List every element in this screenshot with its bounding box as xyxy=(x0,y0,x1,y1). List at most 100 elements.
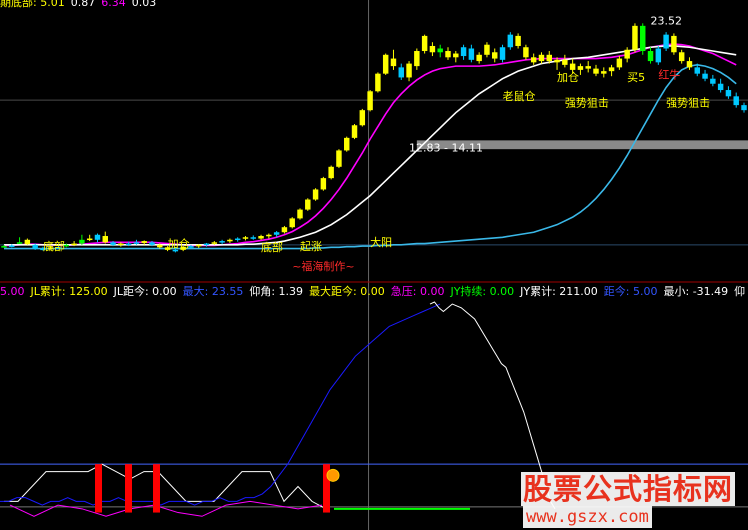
candle-body xyxy=(16,242,23,244)
candle-body xyxy=(608,67,615,72)
candle-body xyxy=(530,57,537,63)
hdr-bottom-item: JL累计: 125.00 xyxy=(30,285,108,298)
hdr-top-item: 期底部: 5.01 xyxy=(0,0,65,9)
candle-body xyxy=(157,244,163,248)
candle-body xyxy=(141,241,147,243)
price-panel: 23.5212.83 - 14.11~福海制作~底部 加仓 底部 起涨 大阳强势狙击 强势… xyxy=(0,0,748,530)
hdr-top-item: 0.03 xyxy=(131,0,157,9)
candle-body xyxy=(305,199,311,210)
candle-body xyxy=(86,238,93,241)
candle-body xyxy=(94,234,101,240)
indicator-red-bar xyxy=(125,464,132,513)
candle-body xyxy=(312,189,319,200)
candle-body xyxy=(655,48,662,63)
indicator-white-base xyxy=(4,463,327,510)
watermark-url: www.gszx.com xyxy=(523,506,652,528)
candle-body xyxy=(640,25,646,52)
candle-body xyxy=(725,90,732,97)
candle-body xyxy=(149,242,155,245)
watermark-title: 股票公式指标网 xyxy=(521,472,736,506)
price-annotation: 加仓 xyxy=(557,70,579,84)
candle-body xyxy=(406,63,412,78)
indicator-blue-line xyxy=(0,303,441,506)
candle-body xyxy=(227,239,233,242)
hdr-top-item: 0.87 xyxy=(70,0,96,9)
candle-body xyxy=(250,237,256,239)
price-annotation: 底部 xyxy=(261,240,283,254)
candle-body xyxy=(242,237,249,239)
candle-body xyxy=(1,246,7,248)
price-annotation: 大阳 xyxy=(370,235,392,249)
candle-body xyxy=(359,110,366,126)
candle-body xyxy=(421,35,428,52)
candle-body xyxy=(569,63,576,70)
hdr-bottom-item: JY持续: 0.00 xyxy=(450,285,515,298)
candle-body xyxy=(647,51,654,62)
candle-body xyxy=(390,58,397,67)
candle-body xyxy=(266,234,272,237)
candle-body xyxy=(219,241,225,243)
candle-body xyxy=(71,243,77,246)
candle-body xyxy=(484,44,490,55)
candle-body xyxy=(297,209,303,219)
candle-body xyxy=(211,242,218,244)
candle-body xyxy=(546,54,552,62)
candle-body xyxy=(125,243,132,246)
candle-body xyxy=(32,244,38,249)
candle-body xyxy=(460,47,467,57)
hdr-bottom-item: 仰角: 1.39 xyxy=(249,285,304,298)
candle-body xyxy=(367,91,373,111)
candle-body xyxy=(9,245,15,247)
price-annotation: 23.52 xyxy=(651,14,683,27)
candle-body xyxy=(375,73,381,92)
candle-body xyxy=(702,73,708,79)
candle-body xyxy=(499,47,506,60)
candle-body xyxy=(102,236,108,243)
hdr-bottom-item: JL距今: 0.00 xyxy=(113,285,177,298)
candle-body xyxy=(196,244,202,247)
candle-body xyxy=(577,66,584,70)
candle-body xyxy=(351,125,358,138)
hdr-top-item: 6.34 xyxy=(101,0,126,9)
candle-body xyxy=(492,52,498,59)
signal-marker-icon xyxy=(326,468,340,482)
candle-body xyxy=(133,242,140,244)
candle-body xyxy=(585,66,591,69)
price-annotation: 加仓 xyxy=(168,236,190,250)
candle-body xyxy=(414,51,420,67)
candle-body xyxy=(110,242,116,245)
price-annotation: 老鼠仓 xyxy=(503,89,536,103)
candle-body xyxy=(515,35,521,46)
candle-body xyxy=(398,67,404,78)
candle-body xyxy=(24,239,31,245)
candle-body xyxy=(671,35,677,53)
candle-body xyxy=(289,218,295,228)
candle-body xyxy=(476,54,482,62)
candle-body xyxy=(273,232,280,235)
candle-body xyxy=(694,67,700,74)
candle-body xyxy=(281,227,288,233)
candle-body xyxy=(468,48,475,60)
hdr-bottom-item: 5.00 xyxy=(0,285,25,298)
candle-body xyxy=(663,34,669,49)
price-annotation: 红牛 xyxy=(658,68,680,82)
candle-body xyxy=(538,54,545,62)
candle-body xyxy=(686,61,693,68)
candle-body xyxy=(258,236,264,239)
hdr-bottom-item: 仰 xyxy=(734,285,746,298)
hdr-bottom-item: JY累计: 211.00 xyxy=(520,285,598,298)
candle-body xyxy=(717,83,724,91)
price-annotation: 强势狙击 xyxy=(565,96,609,109)
price-annotation: 12.83 - 14.11 xyxy=(409,142,483,155)
candle-body xyxy=(507,34,514,48)
candle-body xyxy=(741,105,747,111)
indicator-red-bar xyxy=(153,464,160,513)
hdr-bottom-item: 最大: 23.55 xyxy=(182,285,244,298)
candle-body xyxy=(320,178,327,190)
indicator-red-bar xyxy=(95,464,102,513)
candle-body xyxy=(234,238,241,241)
candle-body xyxy=(437,48,443,53)
price-annotation: 起涨 xyxy=(300,240,322,253)
candle-body xyxy=(554,59,560,63)
chart-canvas: 23.5212.83 - 14.11~福海制作~底部 加仓 底部 起涨 大阳强势狙击 强势… xyxy=(0,0,748,530)
